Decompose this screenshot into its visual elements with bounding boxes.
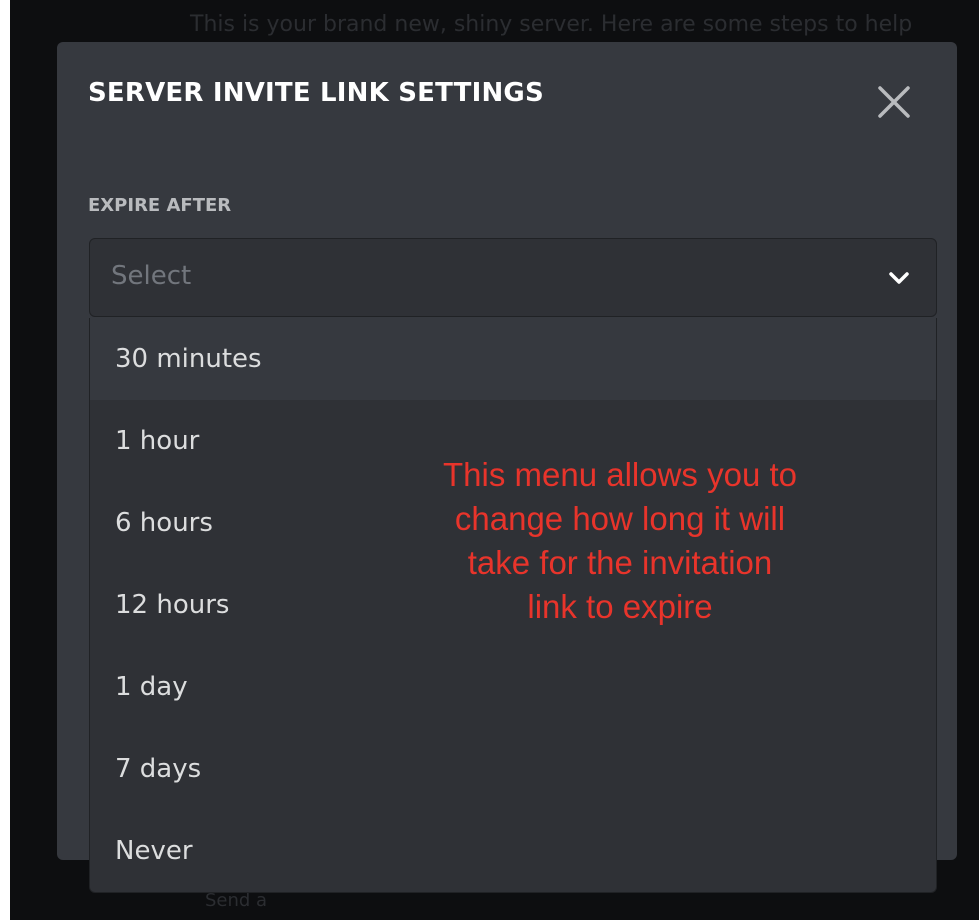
option-never[interactable]: Never — [90, 810, 936, 892]
expire-after-label: EXPIRE AFTER — [88, 195, 232, 216]
annotation-line: take for the invitation — [467, 544, 773, 581]
annotation-line: change how long it will — [454, 500, 786, 537]
option-1-day[interactable]: 1 day — [90, 646, 936, 728]
select-placeholder: Select — [111, 261, 192, 291]
annotation-line: link to expire — [527, 588, 713, 625]
close-icon — [878, 86, 910, 118]
option-30-minutes[interactable]: 30 minutes — [90, 318, 936, 400]
background-footer-text: Send a — [205, 890, 268, 911]
tutorial-annotation: This menu allows you to change how long … — [395, 453, 845, 629]
annotation-line: This menu allows you to — [443, 456, 797, 493]
option-7-days[interactable]: 7 days — [90, 728, 936, 810]
expire-after-select[interactable]: Select — [89, 238, 937, 317]
modal-title: SERVER INVITE LINK SETTINGS — [88, 78, 544, 108]
background-welcome-text: This is your brand new, shiny server. He… — [190, 12, 913, 37]
close-button[interactable] — [872, 80, 916, 124]
chevron-down-icon — [889, 272, 909, 284]
